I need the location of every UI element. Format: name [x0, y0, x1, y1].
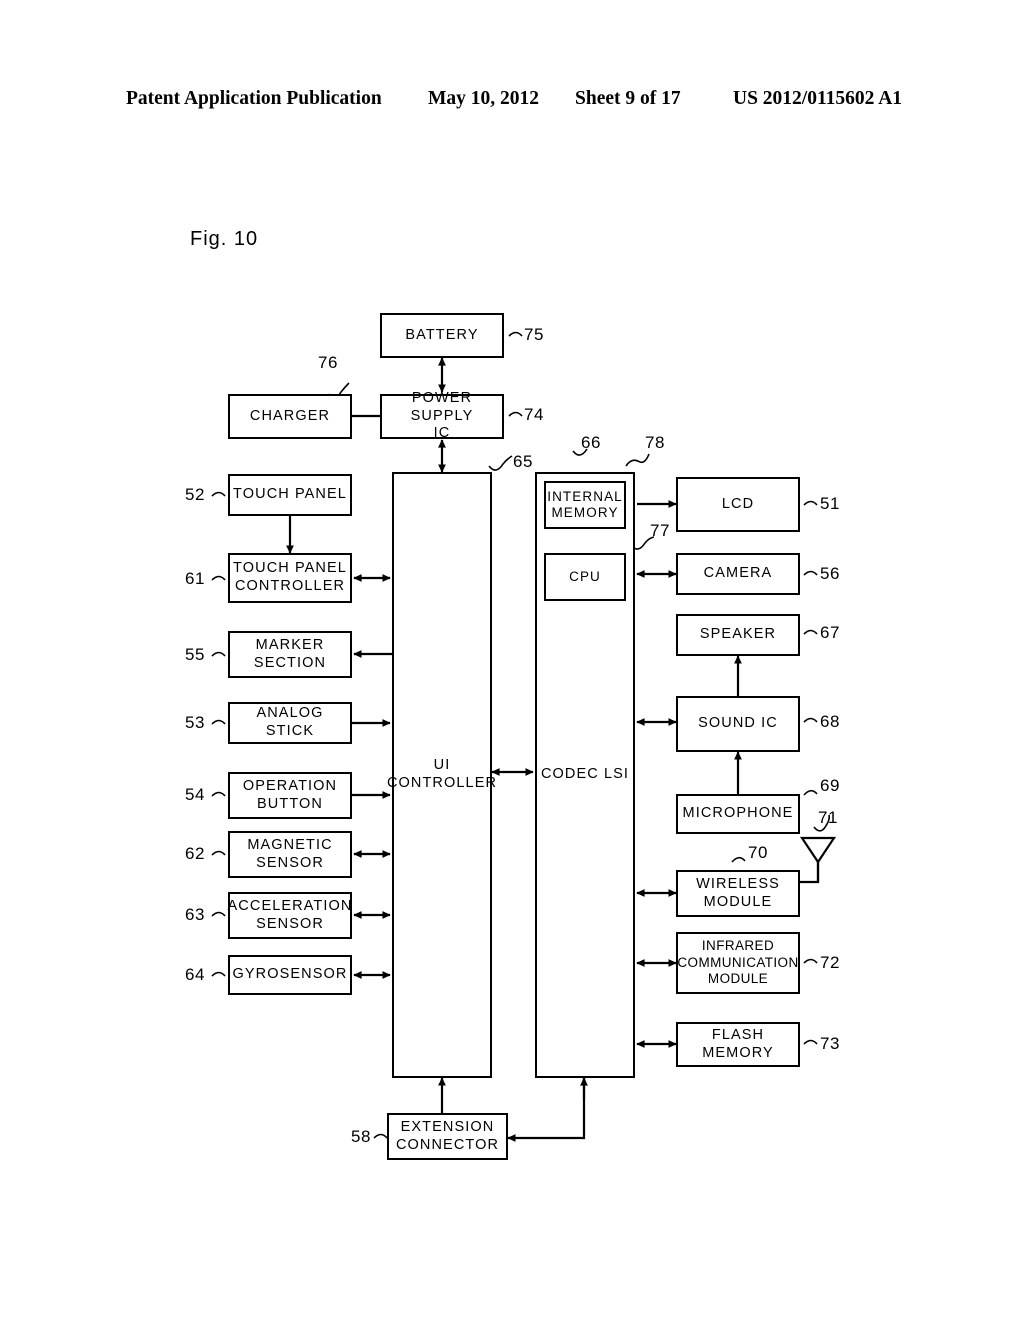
- block-flash-memory-label: FLASH MEMORY: [702, 1026, 774, 1061]
- ref-extension-connector: 58: [351, 1127, 371, 1146]
- block-flash-memory: FLASH MEMORY: [676, 1022, 800, 1067]
- block-magnetic-sensor: MAGNETIC SENSOR: [228, 831, 352, 878]
- ref-sound-ic: 68: [820, 712, 840, 731]
- block-magnetic-sensor-label: MAGNETIC SENSOR: [247, 836, 333, 871]
- ref-internal-memory: 78: [645, 433, 665, 452]
- ref-speaker: 67: [820, 623, 840, 642]
- ref-ui-controller: 65: [513, 452, 533, 471]
- block-cpu-label: CPU: [569, 568, 601, 584]
- block-battery-label: BATTERY: [405, 326, 479, 343]
- ref-antenna: 71: [818, 808, 838, 827]
- block-ui-controller-label: UI CONTROLLER: [386, 757, 498, 791]
- block-infrared-communication-module-label: INFRARED COMMUNICATION MODULE: [677, 938, 799, 987]
- block-charger: CHARGER: [228, 394, 352, 439]
- ref-analog-stick: 53: [185, 713, 205, 732]
- ref-touch-panel-controller: 61: [185, 569, 205, 588]
- block-sound-ic-label: SOUND IC: [698, 715, 778, 732]
- block-extension-connector-label: EXTENSION CONNECTOR: [395, 1118, 500, 1153]
- connector-lines: [211, 331, 837, 1142]
- ref-cpu: 77: [650, 521, 670, 540]
- block-speaker-label: SPEAKER: [699, 626, 777, 643]
- ref-infrared-communication-module: 72: [820, 953, 840, 972]
- block-internal-memory-label: INTERNAL MEMORY: [547, 488, 623, 520]
- figure-label: Fig. 10: [190, 228, 259, 250]
- ref-battery: 75: [524, 325, 544, 344]
- block-touch-panel-controller-label: TOUCH PANEL CONTROLLER: [233, 560, 347, 594]
- block-camera: CAMERA: [676, 553, 800, 595]
- block-wireless-module-label: WIRELESS MODULE: [696, 875, 780, 910]
- block-power-supply-ic-label: POWER SUPPLY IC: [410, 389, 474, 442]
- ref-camera: 56: [820, 564, 840, 583]
- block-touch-panel-controller: TOUCH PANEL CONTROLLER: [228, 553, 352, 603]
- block-internal-memory: INTERNAL MEMORY: [544, 481, 626, 529]
- block-acceleration-sensor-label: ACCELERATION SENSOR: [227, 897, 353, 932]
- block-lcd: LCD: [676, 477, 800, 532]
- ref-touch-panel: 52: [185, 485, 205, 504]
- block-marker-section: MARKER SECTION: [228, 631, 352, 678]
- header-sheet: Sheet 9 of 17: [575, 88, 681, 109]
- header-publication: Patent Application Publication: [126, 88, 382, 109]
- block-operation-button: OPERATION BUTTON: [228, 772, 352, 819]
- block-sound-ic: SOUND IC: [676, 696, 800, 752]
- block-microphone-label: MICROPHONE: [682, 805, 794, 822]
- patent-figure-page: Patent Application Publication May 10, 2…: [0, 0, 1024, 1320]
- block-acceleration-sensor: ACCELERATION SENSOR: [228, 892, 352, 939]
- block-touch-panel: TOUCH PANEL: [228, 474, 352, 516]
- antenna-symbol: [799, 836, 837, 882]
- block-lcd-label: LCD: [721, 495, 755, 512]
- ref-marker-section: 55: [185, 645, 205, 664]
- ref-power-supply-ic: 74: [524, 405, 544, 424]
- block-infrared-communication-module: INFRARED COMMUNICATION MODULE: [676, 932, 800, 994]
- block-ui-controller: UI CONTROLLER: [387, 472, 496, 1078]
- header-date: May 10, 2012: [428, 88, 540, 109]
- block-battery: BATTERY: [380, 313, 504, 358]
- block-codec-lsi-label: CODEC LSI: [540, 766, 630, 783]
- ref-magnetic-sensor: 62: [185, 844, 205, 863]
- ref-charger: 76: [318, 353, 338, 372]
- block-cpu: CPU: [544, 553, 626, 601]
- ref-operation-button: 54: [185, 785, 205, 804]
- ref-acceleration-sensor: 63: [185, 905, 205, 924]
- block-charger-label: CHARGER: [249, 407, 331, 424]
- ref-wireless-module: 70: [748, 843, 768, 862]
- block-speaker: SPEAKER: [676, 614, 800, 656]
- header-patent-number: US 2012/0115602 A1: [733, 88, 903, 109]
- block-gyrosensor-label: GYROSENSOR: [232, 966, 348, 983]
- block-analog-stick: ANALOG STICK: [228, 702, 352, 744]
- block-camera-label: CAMERA: [703, 565, 773, 582]
- block-gyrosensor: GYROSENSOR: [228, 955, 352, 995]
- ref-gyrosensor: 64: [185, 965, 205, 984]
- block-microphone: MICROPHONE: [676, 794, 800, 834]
- block-touch-panel-label: TOUCH PANEL: [233, 486, 347, 503]
- ref-microphone: 69: [820, 776, 840, 795]
- block-operation-button-label: OPERATION BUTTON: [242, 777, 338, 812]
- ref-codec-lsi: 66: [581, 433, 601, 452]
- ref-flash-memory: 73: [820, 1034, 840, 1053]
- block-power-supply-ic: POWER SUPPLY IC: [380, 390, 504, 441]
- block-marker-section-label: MARKER SECTION: [253, 636, 327, 671]
- block-extension-connector: EXTENSION CONNECTOR: [387, 1113, 508, 1160]
- block-wireless-module: WIRELESS MODULE: [676, 870, 800, 917]
- ref-lcd: 51: [820, 494, 840, 513]
- block-analog-stick-label: ANALOG STICK: [256, 705, 324, 739]
